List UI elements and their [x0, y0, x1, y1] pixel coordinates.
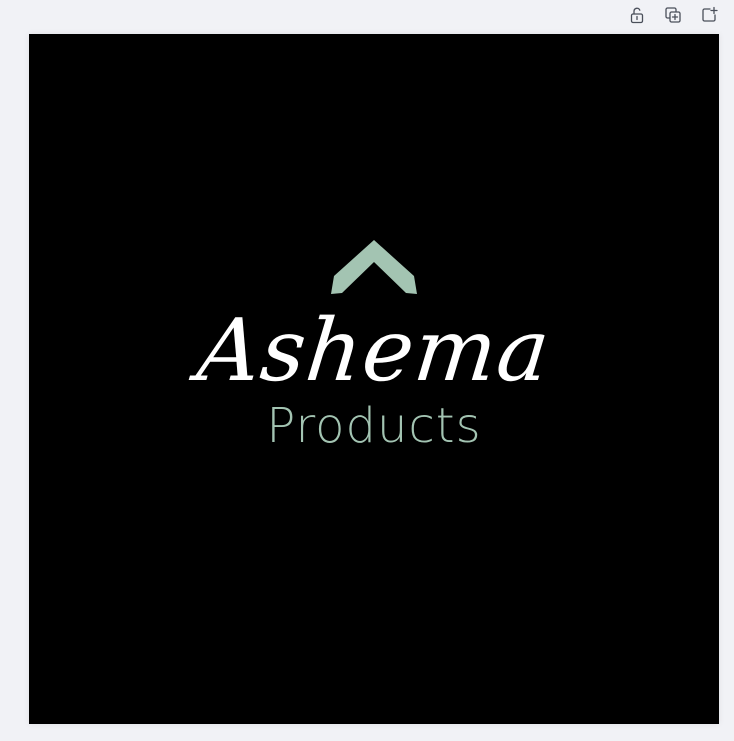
page-toolbar [626, 4, 720, 26]
chevron-up-mark [331, 240, 417, 294]
add-page-button[interactable] [698, 4, 720, 26]
lock-icon [630, 7, 644, 24]
brand-subtitle-text: Products [266, 398, 482, 454]
brand-name-text: Ashema [193, 301, 555, 401]
duplicate-page-button[interactable] [662, 4, 684, 26]
design-canvas-page[interactable]: Ashema Products [29, 34, 719, 724]
lock-page-button[interactable] [626, 4, 648, 26]
duplicate-page-icon [665, 7, 681, 23]
brand-logo[interactable]: Ashema Products [29, 34, 719, 724]
add-page-icon [702, 6, 718, 22]
